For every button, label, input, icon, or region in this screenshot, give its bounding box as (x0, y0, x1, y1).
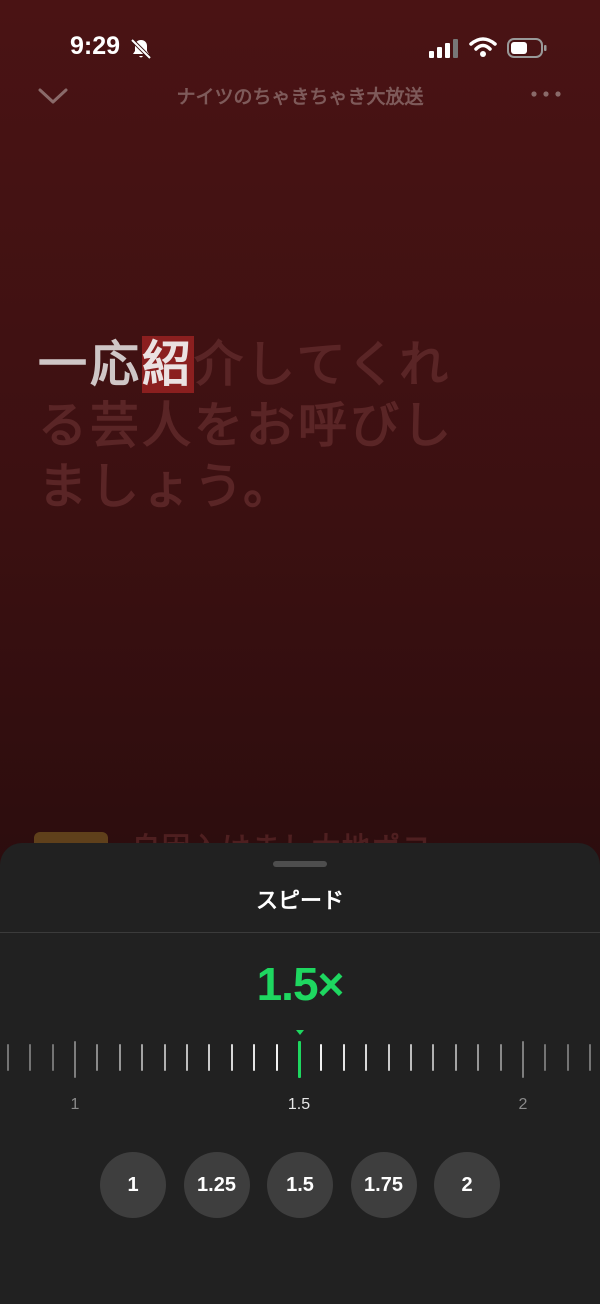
ruler-tick (163, 1044, 166, 1071)
ruler-tick (566, 1044, 569, 1071)
speed-preset-button[interactable]: 1.5 (267, 1152, 333, 1218)
cellular-signal-icon (429, 39, 458, 58)
ruler-tick (477, 1044, 480, 1071)
ruler-tick (253, 1044, 256, 1071)
speed-sheet: スピード 1.5× 1 1.5 2 1 1.25 1.5 1.75 2 (0, 843, 600, 1304)
page-title: ナイツのちゃきちゃき大放送 (176, 86, 424, 108)
ruler-tick (320, 1044, 323, 1071)
ruler-tick (208, 1044, 211, 1071)
speed-ruler-slider[interactable]: 1 1.5 2 (0, 1023, 600, 1123)
speed-preset-button[interactable]: 1 (100, 1152, 166, 1218)
sheet-drag-handle[interactable] (273, 861, 327, 867)
ruler-tick (589, 1044, 592, 1071)
ruler-tick (29, 1044, 32, 1071)
speed-pointer-marker (296, 1030, 304, 1035)
ruler-tick (365, 1044, 368, 1071)
ruler-major-tick (74, 1041, 76, 1078)
ruler-tick (51, 1044, 54, 1071)
ruler-label: 1 (70, 1096, 80, 1113)
lyric-upcoming-text: 介してくれ (194, 336, 452, 393)
lyric-line-3: ましょう。 (38, 458, 296, 515)
lyric-line-1: 一応紹介してくれ (38, 334, 538, 395)
speed-pointer-line (298, 1041, 301, 1078)
status-time: 9:29 (70, 32, 121, 60)
more-dots-icon[interactable] (528, 84, 564, 104)
ruler-tick (410, 1044, 412, 1071)
ruler-tick (499, 1044, 502, 1071)
ruler-tick (432, 1044, 435, 1071)
lyric-line-2: る芸人をお呼びし (38, 397, 455, 454)
ruler-tick (342, 1044, 345, 1071)
ruler-label: 2 (518, 1096, 528, 1113)
ruler-tick (275, 1044, 278, 1071)
speed-preset-button[interactable]: 1.25 (183, 1152, 250, 1218)
wifi-icon (469, 37, 497, 57)
bell-slash-icon (130, 38, 152, 60)
divider (0, 932, 600, 933)
lyric-current-char: 紹 (142, 336, 195, 393)
battery-icon (507, 38, 547, 58)
ruler-tick (454, 1044, 457, 1071)
lyrics-panel: 一応紹介してくれ る芸人をお呼びし ましょう。 (38, 334, 538, 517)
ruler-tick (186, 1044, 188, 1071)
speed-preset-button[interactable]: 2 (434, 1152, 500, 1218)
sheet-title: スピード (255, 889, 344, 914)
ruler-tick (6, 1044, 9, 1071)
ruler-tick (230, 1044, 233, 1071)
ruler-major-tick (522, 1041, 524, 1078)
ruler-tick (387, 1044, 390, 1071)
speed-presets: 1 1.25 1.5 1.75 2 (0, 1152, 600, 1218)
ruler-label: 1.5 (287, 1096, 311, 1113)
lyric-sung-text: 一応 (38, 336, 143, 393)
speed-preset-button[interactable]: 1.75 (350, 1152, 417, 1218)
current-speed-value: 1.5× (256, 958, 345, 1010)
ruler-tick (141, 1044, 144, 1071)
ruler-tick (118, 1044, 121, 1071)
ruler-tick (96, 1044, 99, 1071)
ruler-tick (544, 1044, 547, 1071)
